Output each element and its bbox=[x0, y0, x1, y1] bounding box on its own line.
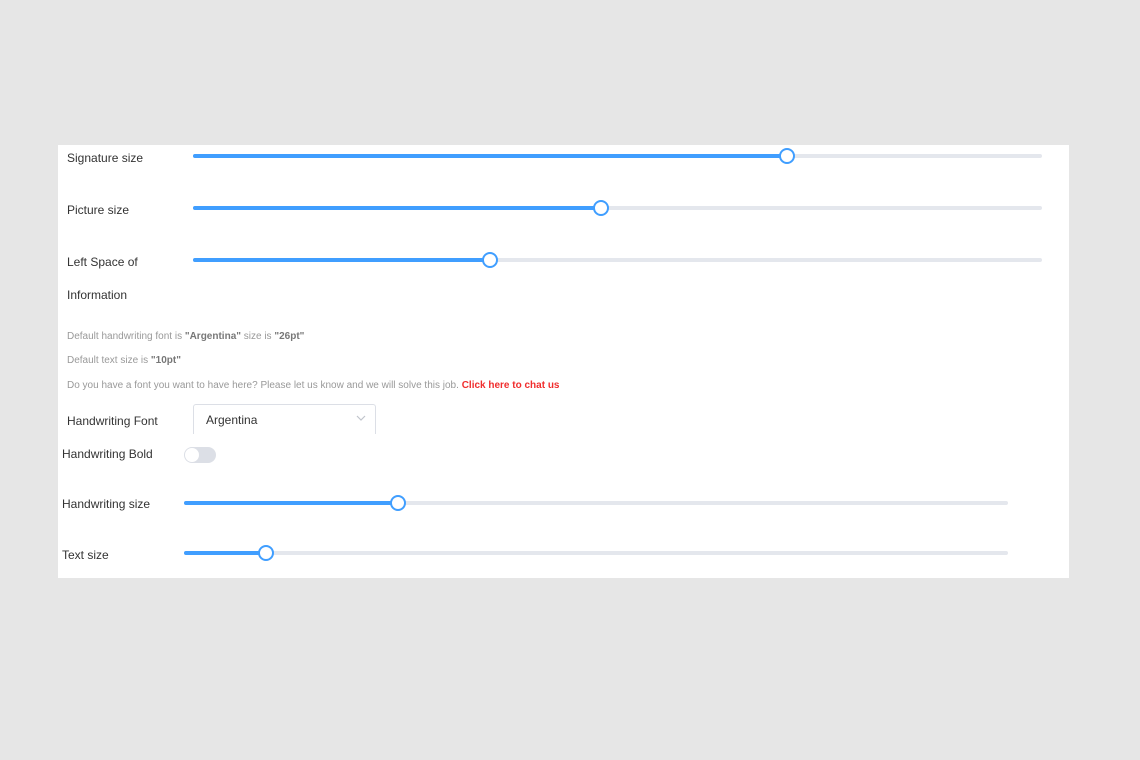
toggle-knob bbox=[185, 448, 199, 462]
default-text-size-note: Default text size is "10pt" bbox=[67, 355, 181, 367]
slider-handle[interactable] bbox=[482, 252, 499, 268]
handwriting-size-slider[interactable] bbox=[184, 495, 1008, 511]
slider-track bbox=[184, 551, 1008, 555]
left-space-label-line1: Left Space of bbox=[67, 255, 138, 269]
signature-size-slider[interactable] bbox=[193, 148, 1042, 164]
selected-font: Argentina bbox=[206, 413, 258, 427]
settings-panel: Signature size Picture size Left Space o… bbox=[58, 145, 1069, 578]
note-text: Do you have a font you want to have here… bbox=[67, 380, 462, 391]
handwriting-font-select[interactable]: Argentina bbox=[193, 404, 376, 434]
slider-fill bbox=[193, 258, 491, 262]
font-request-note: Do you have a font you want to have here… bbox=[67, 380, 560, 392]
note-text: size is bbox=[241, 331, 275, 342]
text-size-label: Text size bbox=[62, 548, 109, 562]
note-text: Default handwriting font is bbox=[67, 331, 185, 342]
slider-fill bbox=[193, 154, 788, 158]
handwriting-font-label: Handwriting Font bbox=[67, 414, 158, 428]
left-space-slider[interactable] bbox=[193, 252, 1042, 268]
slider-handle[interactable] bbox=[779, 148, 796, 164]
picture-size-label: Picture size bbox=[67, 203, 130, 217]
slider-handle[interactable] bbox=[390, 495, 407, 511]
handwriting-bold-label: Handwriting Bold bbox=[62, 447, 153, 461]
slider-handle[interactable] bbox=[592, 200, 609, 216]
slider-fill bbox=[193, 206, 601, 210]
left-space-label-line2: Information bbox=[67, 288, 128, 302]
default-text-size: "10pt" bbox=[150, 355, 181, 366]
note-text: Default text size is bbox=[67, 355, 151, 366]
default-font-size: "26pt" bbox=[274, 331, 305, 342]
handwriting-bold-toggle[interactable] bbox=[184, 447, 216, 463]
signature-size-label: Signature size bbox=[67, 151, 144, 165]
slider-handle[interactable] bbox=[258, 545, 275, 561]
chevron-down-icon bbox=[356, 415, 366, 421]
default-font-name: "Argentina" bbox=[184, 331, 241, 342]
handwriting-size-label: Handwriting size bbox=[62, 497, 151, 511]
slider-fill bbox=[184, 551, 267, 555]
text-size-slider[interactable] bbox=[184, 545, 1008, 561]
slider-fill bbox=[184, 501, 399, 505]
picture-size-slider[interactable] bbox=[193, 200, 1042, 216]
chat-link[interactable]: Click here to chat us bbox=[462, 380, 560, 391]
default-font-note: Default handwriting font is "Argentina" … bbox=[67, 331, 304, 343]
